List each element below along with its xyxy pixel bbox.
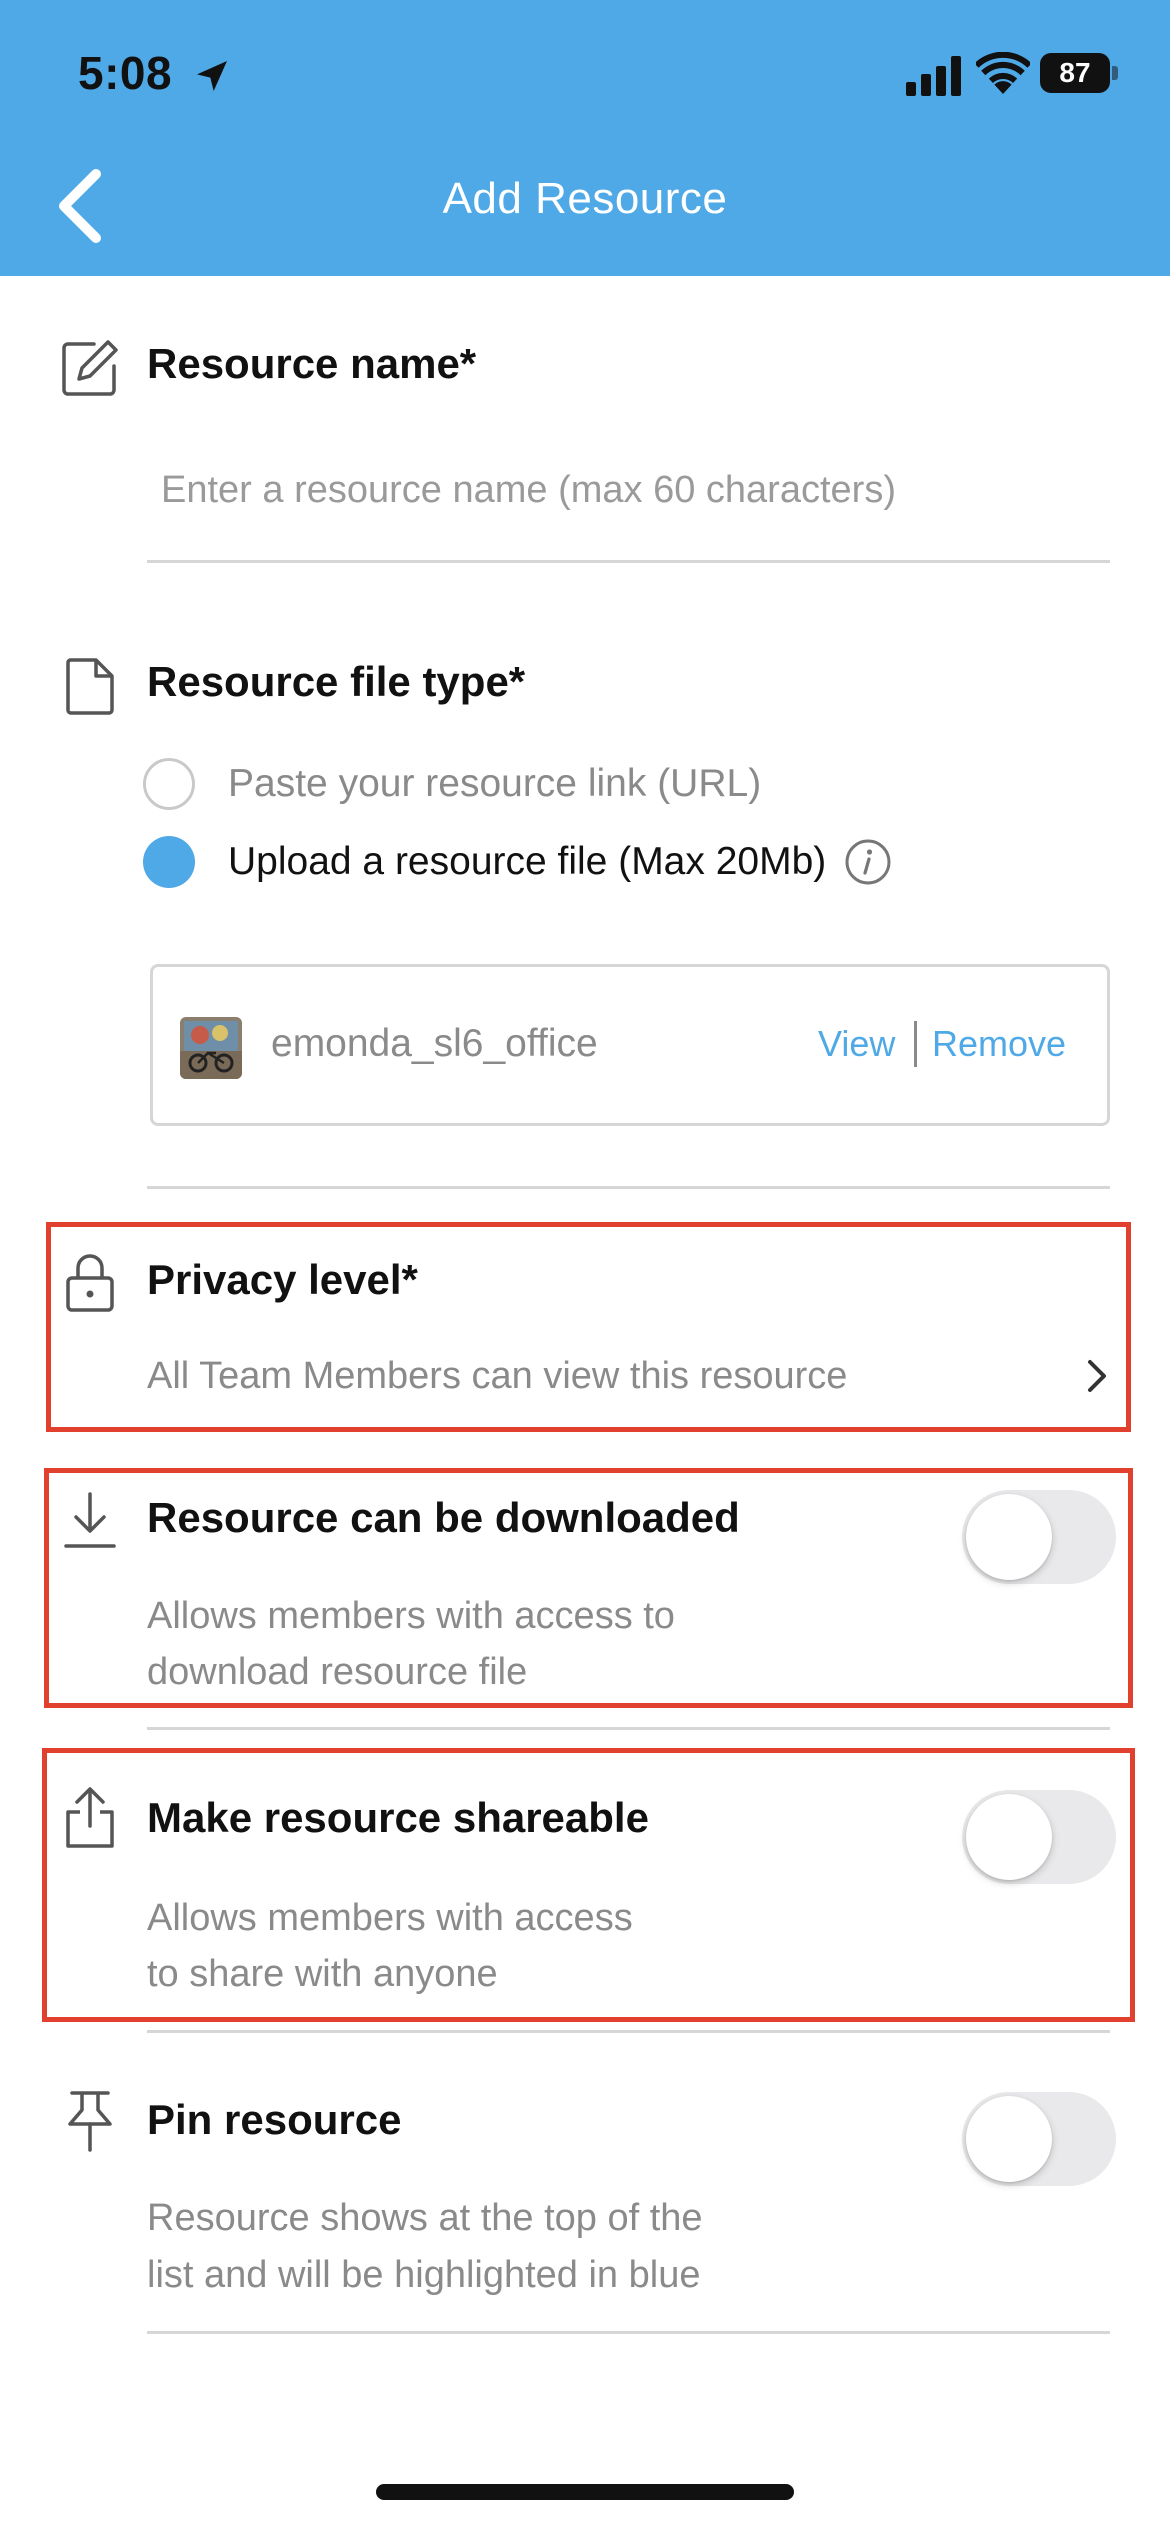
header-bar: 5:08 87 Add Resource xyxy=(0,0,1170,276)
info-icon[interactable] xyxy=(844,838,892,886)
download-description-line1: Allows members with access to xyxy=(147,1595,675,1637)
view-file-link[interactable]: View xyxy=(818,1023,895,1065)
home-indicator[interactable] xyxy=(376,2484,794,2500)
divider xyxy=(147,2030,1110,2033)
edit-icon xyxy=(62,340,118,396)
file-icon xyxy=(66,658,114,715)
status-time: 5:08 xyxy=(78,47,173,99)
cellular-signal-icon xyxy=(906,56,961,96)
shareable-description-line2: to share with anyone xyxy=(147,1953,498,1995)
radio-label-url: Paste your resource link (URL) xyxy=(228,762,762,805)
file-name: emonda_sl6_office xyxy=(271,1022,598,1065)
location-arrow-icon xyxy=(197,61,227,91)
radio-label-upload: Upload a resource file (Max 20Mb) xyxy=(228,840,827,883)
divider xyxy=(147,2331,1110,2334)
radio-option-upload[interactable]: Upload a resource file (Max 20Mb) xyxy=(143,836,892,888)
privacy-level-value[interactable]: All Team Members can view this resource xyxy=(147,1348,847,1405)
radio-option-url[interactable]: Paste your resource link (URL) xyxy=(143,758,761,810)
shareable-toggle[interactable] xyxy=(962,1790,1116,1884)
divider xyxy=(147,1186,1110,1189)
divider xyxy=(147,560,1110,563)
link-separator xyxy=(914,1021,917,1067)
battery-level: 87 xyxy=(1040,53,1110,93)
page-title: Add Resource xyxy=(442,174,728,223)
pin-description-line2: list and will be highlighted in blue xyxy=(147,2254,701,2296)
share-icon xyxy=(66,1787,114,1848)
toggle-knob xyxy=(966,1494,1052,1580)
download-toggle[interactable] xyxy=(962,1490,1116,1584)
battery-icon: 87 xyxy=(1040,53,1118,93)
download-label: Resource can be downloaded xyxy=(147,1494,740,1541)
download-icon xyxy=(64,1492,116,1548)
shareable-label: Make resource shareable xyxy=(147,1794,649,1841)
lock-icon xyxy=(66,1254,114,1312)
privacy-level-label: Privacy level* xyxy=(147,1256,418,1303)
resource-name-label: Resource name* xyxy=(147,340,477,387)
resource-file-type-label: Resource file type* xyxy=(147,658,526,705)
toggle-knob xyxy=(966,2096,1052,2182)
toggle-knob xyxy=(966,1794,1052,1880)
resource-name-input[interactable] xyxy=(147,450,1110,530)
radio-button-url[interactable] xyxy=(143,758,195,810)
pin-resource-label: Pin resource xyxy=(147,2096,402,2143)
download-description-line2: download resource file xyxy=(147,1651,528,1693)
radio-button-upload[interactable] xyxy=(143,836,195,888)
wifi-icon xyxy=(976,52,1030,94)
pin-toggle[interactable] xyxy=(962,2092,1116,2186)
pin-icon xyxy=(68,2091,112,2152)
file-thumbnail xyxy=(180,1017,242,1079)
pin-description-line1: Resource shows at the top of the xyxy=(147,2197,703,2239)
divider xyxy=(147,1727,1110,1730)
uploaded-file-card: emonda_sl6_office View Remove xyxy=(150,964,1110,1126)
chevron-right-icon[interactable] xyxy=(1080,1356,1114,1396)
remove-file-link[interactable]: Remove xyxy=(932,1023,1066,1065)
shareable-description-line1: Allows members with access xyxy=(147,1897,633,1939)
